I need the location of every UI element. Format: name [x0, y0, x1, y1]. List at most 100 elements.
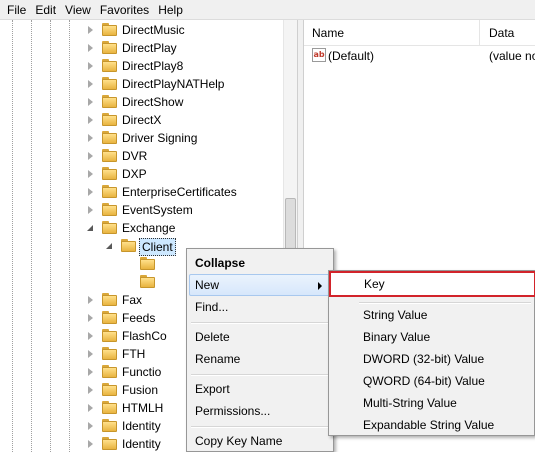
collapsed-arrow-icon[interactable]	[88, 80, 93, 88]
collapsed-arrow-icon[interactable]	[88, 170, 93, 178]
column-header-data[interactable]: Data	[481, 20, 535, 46]
column-header-name[interactable]: Name	[304, 20, 480, 46]
tree-item[interactable]: EnterpriseCertificates	[0, 183, 297, 201]
menu-item-export[interactable]: Export	[189, 378, 331, 400]
tree-item-label: DirectX	[122, 113, 162, 127]
tree-item-label: FlashCo	[122, 329, 167, 343]
expanded-arrow-icon[interactable]	[106, 243, 112, 249]
tree-item[interactable]: Exchange	[0, 219, 297, 237]
collapsed-arrow-icon[interactable]	[88, 332, 93, 340]
collapsed-arrow-icon[interactable]	[88, 98, 93, 106]
menu-item-new-label: New	[195, 278, 220, 292]
collapsed-arrow-icon[interactable]	[88, 350, 93, 358]
folder-icon	[102, 95, 118, 108]
menu-item-rename[interactable]: Rename	[189, 348, 331, 370]
tree-item-label: Identity	[122, 419, 161, 433]
tree-item-label: HTMLH	[122, 401, 164, 415]
tree-item-label: DirectMusic	[122, 23, 185, 37]
folder-icon	[102, 23, 118, 36]
submenu-item-expandable-string-value[interactable]: Expandable String Value	[331, 414, 534, 436]
tree-item-label: DirectPlayNATHelp	[122, 77, 225, 91]
tree-item[interactable]: DirectShow	[0, 93, 297, 111]
collapsed-arrow-icon[interactable]	[88, 26, 93, 34]
submenu-item-multi-string-value[interactable]: Multi-String Value	[331, 392, 534, 414]
collapsed-arrow-icon[interactable]	[88, 440, 93, 448]
collapsed-arrow-icon[interactable]	[88, 404, 93, 412]
value-name: (Default)	[328, 49, 375, 63]
tree-item-label: Exchange	[122, 221, 176, 235]
folder-icon	[102, 383, 118, 396]
collapsed-arrow-icon[interactable]	[88, 314, 93, 322]
collapsed-arrow-icon[interactable]	[88, 296, 93, 304]
menu-item-find[interactable]: Find...	[189, 296, 331, 318]
folder-icon	[140, 275, 156, 288]
collapsed-arrow-icon[interactable]	[88, 188, 93, 196]
menu-bar: File Edit View Favorites Help	[0, 0, 535, 20]
menu-item-copy-key-name[interactable]: Copy Key Name	[189, 430, 331, 452]
submenu-item-qword-value[interactable]: QWORD (64-bit) Value	[331, 370, 534, 392]
collapsed-arrow-icon[interactable]	[88, 152, 93, 160]
menu-file[interactable]: File	[4, 0, 32, 20]
folder-icon	[102, 419, 118, 432]
collapsed-arrow-icon[interactable]	[88, 422, 93, 430]
tree-item-label: EnterpriseCertificates	[122, 185, 237, 199]
submenu-item-key[interactable]: Key	[329, 271, 535, 297]
tree-item[interactable]: DirectMusic	[0, 21, 297, 39]
collapsed-arrow-icon[interactable]	[88, 368, 93, 376]
tree-item-label: Client	[139, 238, 176, 256]
collapsed-arrow-icon[interactable]	[88, 134, 93, 142]
folder-icon	[102, 203, 118, 216]
menu-separator	[191, 322, 329, 324]
folder-icon	[102, 149, 118, 162]
menu-separator	[191, 374, 329, 376]
tree-item[interactable]: DirectPlay8	[0, 57, 297, 75]
tree-item[interactable]: DirectPlayNATHelp	[0, 75, 297, 93]
folder-icon	[102, 41, 118, 54]
folder-icon	[102, 311, 118, 324]
tree-item[interactable]: DVR	[0, 147, 297, 165]
collapsed-arrow-icon[interactable]	[88, 116, 93, 124]
folder-icon	[102, 401, 118, 414]
folder-icon	[102, 131, 118, 144]
folder-icon	[102, 437, 118, 450]
collapsed-arrow-icon[interactable]	[88, 206, 93, 214]
tree-item-label: Driver Signing	[122, 131, 198, 145]
menu-edit[interactable]: Edit	[32, 0, 62, 20]
menu-item-delete[interactable]: Delete	[189, 326, 331, 348]
submenu-item-dword-value[interactable]: DWORD (32-bit) Value	[331, 348, 534, 370]
menu-item-collapse[interactable]: Collapse	[189, 252, 331, 274]
collapsed-arrow-icon[interactable]	[88, 62, 93, 70]
menu-favorites[interactable]: Favorites	[97, 0, 155, 20]
submenu-item-binary-value[interactable]: Binary Value	[331, 326, 534, 348]
tree-item-label: Functio	[122, 365, 162, 379]
collapsed-arrow-icon[interactable]	[88, 386, 93, 394]
folder-icon	[102, 167, 118, 180]
menu-help[interactable]: Help	[155, 0, 189, 20]
menu-item-permissions[interactable]: Permissions...	[189, 400, 331, 422]
tree-item-label: DirectPlay8	[122, 59, 184, 73]
tree-item-label: DirectShow	[122, 95, 184, 109]
menu-view[interactable]: View	[62, 0, 97, 20]
menu-item-new[interactable]: New	[189, 274, 331, 296]
tree-item-label: Identity	[122, 437, 161, 451]
submenu-arrow-icon	[318, 282, 322, 290]
value-row[interactable]: ab (Default) (value no	[304, 46, 535, 66]
folder-icon	[102, 59, 118, 72]
folder-icon	[102, 113, 118, 126]
tree-item-label: Fusion	[122, 383, 159, 397]
tree-item[interactable]: EventSystem	[0, 201, 297, 219]
folder-icon	[102, 77, 118, 90]
tree-item[interactable]: DirectX	[0, 111, 297, 129]
value-data: (value no	[489, 49, 535, 63]
context-menu: Collapse New Find... Delete Rename Expor…	[186, 248, 334, 452]
menu-separator	[191, 426, 329, 428]
folder-icon	[102, 329, 118, 342]
expanded-arrow-icon[interactable]	[87, 225, 93, 231]
tree-item[interactable]: DXP	[0, 165, 297, 183]
collapsed-arrow-icon[interactable]	[88, 44, 93, 52]
tree-item[interactable]: Driver Signing	[0, 129, 297, 147]
submenu-item-string-value[interactable]: String Value	[331, 304, 534, 326]
tree-item-label: DirectPlay	[122, 41, 177, 55]
tree-item[interactable]: DirectPlay	[0, 39, 297, 57]
folder-icon	[102, 293, 118, 306]
